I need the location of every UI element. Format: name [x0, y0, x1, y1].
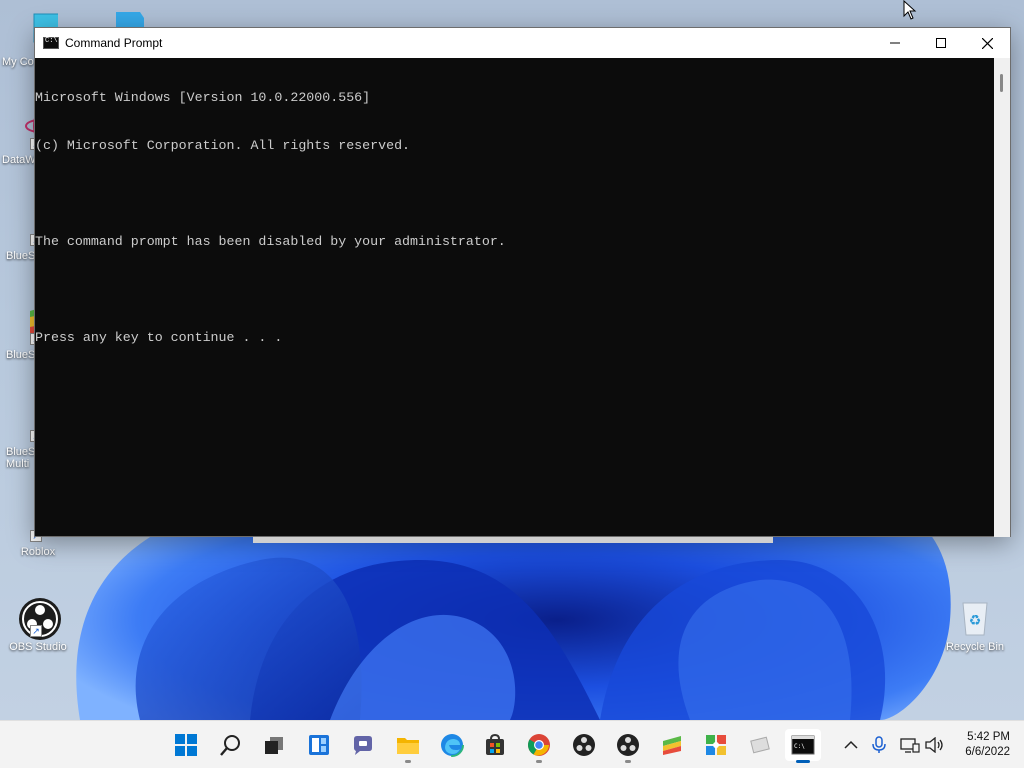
- title-bar[interactable]: Command Prompt: [35, 28, 1010, 58]
- vertical-scrollbar[interactable]: [994, 58, 1010, 537]
- obs-button[interactable]: [566, 729, 602, 761]
- network-button[interactable]: [899, 734, 921, 756]
- bluestacks-button[interactable]: [654, 729, 690, 761]
- chrome-icon: [528, 734, 550, 756]
- console-line: Press any key to continue . . .: [35, 330, 283, 345]
- chevron-up-icon: [844, 740, 858, 749]
- obs-button[interactable]: [610, 729, 646, 763]
- roblox-button[interactable]: [742, 729, 778, 761]
- store-icon: [486, 733, 504, 755]
- file-explorer-icon: [397, 738, 419, 754]
- microphone-icon: [872, 736, 886, 753]
- clock[interactable]: 5:42 PM 6/6/2022: [965, 730, 1010, 760]
- desktop-icon-recycle-bin[interactable]: ♻ Recycle Bin: [939, 597, 1011, 653]
- running-indicator: [405, 760, 411, 763]
- start-icon: [175, 734, 197, 756]
- obs-icon: [617, 734, 639, 756]
- volume-button[interactable]: [924, 734, 946, 756]
- bluestacks-multi-button[interactable]: [698, 729, 734, 761]
- horizontal-scrollbar[interactable]: [253, 537, 773, 543]
- bluestacks-multi-icon: [706, 735, 726, 755]
- store-button[interactable]: [477, 729, 513, 761]
- running-indicator: [536, 760, 542, 763]
- roblox-icon: [750, 736, 770, 754]
- maximize-button[interactable]: [918, 28, 964, 58]
- command-prompt-icon: [43, 37, 59, 49]
- command-prompt-window[interactable]: Command Prompt Microsoft Windows [Versio…: [34, 27, 1011, 543]
- taskbar: C:\ 5:42 PM 6/6/2022: [0, 720, 1024, 768]
- console-line: The command prompt has been disabled by …: [35, 234, 506, 249]
- task-view-button[interactable]: [256, 729, 292, 761]
- minimize-button[interactable]: [872, 28, 918, 58]
- recycle-bin-icon: ♻: [955, 597, 995, 637]
- clock-date: 6/6/2022: [965, 746, 1010, 758]
- svg-text:C:\: C:\: [794, 743, 805, 750]
- widgets-icon: [309, 735, 329, 755]
- active-indicator: [796, 760, 810, 763]
- svg-text:♻: ♻: [969, 613, 982, 629]
- shortcut-arrow-icon: ↗: [30, 625, 42, 637]
- desktop-icon-obs[interactable]: ↗ OBS Studio: [2, 597, 74, 653]
- running-indicator: [625, 760, 631, 763]
- task-view-icon: [265, 737, 283, 754]
- command-prompt-button[interactable]: C:\: [785, 729, 821, 763]
- minimize-icon: [890, 42, 900, 44]
- clock-time: 5:42 PM: [967, 731, 1010, 743]
- close-button[interactable]: [964, 28, 1010, 58]
- console-line: Microsoft Windows [Version 10.0.22000.55…: [35, 90, 371, 105]
- window-title: Command Prompt: [65, 36, 163, 50]
- obs-icon: ↗: [18, 597, 61, 640]
- bluestacks-icon: [663, 736, 681, 755]
- edge-icon: [440, 733, 464, 757]
- search-icon: [220, 735, 240, 756]
- speaker-icon: [925, 737, 943, 753]
- show-hidden-icons-button[interactable]: [840, 734, 862, 756]
- microphone-button[interactable]: [868, 734, 890, 756]
- scrollbar-thumb[interactable]: [1000, 74, 1003, 92]
- start-button[interactable]: [168, 729, 204, 761]
- teams-chat-button[interactable]: [345, 729, 381, 761]
- close-icon: [981, 37, 993, 49]
- file-explorer-button[interactable]: [390, 729, 426, 763]
- edge-button[interactable]: [434, 729, 470, 761]
- teams-chat-icon: [354, 736, 372, 755]
- mouse-cursor-icon: [903, 0, 917, 20]
- widgets-button[interactable]: [301, 729, 337, 761]
- console-line: (c) Microsoft Corporation. All rights re…: [35, 138, 411, 153]
- search-button[interactable]: [213, 729, 249, 761]
- obs-icon: [573, 734, 595, 756]
- maximize-icon: [936, 38, 946, 48]
- chrome-button[interactable]: [521, 729, 557, 763]
- command-prompt-icon: C:\: [791, 735, 815, 755]
- network-icon: [900, 738, 920, 753]
- console-output[interactable]: Microsoft Windows [Version 10.0.22000.55…: [35, 58, 995, 537]
